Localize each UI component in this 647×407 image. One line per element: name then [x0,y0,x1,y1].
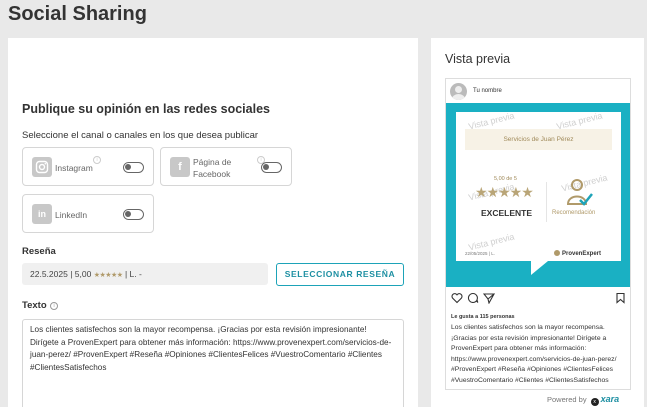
provenexpert-logo: ProvenExpert [554,250,601,257]
instagram-post-preview: Tu nombre Vista previa Vista previa Serv… [445,78,631,390]
rating-word: EXCELENTE [481,208,533,218]
bookmark-icon [616,292,625,304]
speech-bubble-tail [531,261,548,275]
preview-title: Vista previa [445,52,511,66]
share-form-card: Publique su opinión en las redes sociale… [8,38,418,407]
channel-facebook[interactable]: f Página de Facebook i [160,147,292,186]
page-title: Social Sharing [8,3,147,25]
likes-count: Le gusta a 115 personas [451,314,515,320]
review-label: Reseña [22,246,56,257]
instagram-toggle[interactable] [123,162,144,173]
info-icon: i [50,302,58,310]
preview-card: Vista previa Tu nombre Vista previa Vist… [431,38,644,407]
rating-stars: ★★★★★ [475,184,534,200]
linkedin-icon: in [32,204,52,224]
text-label: Texto [22,300,47,311]
facebook-toggle[interactable] [261,162,282,173]
selected-review: 22.5.2025 | 5,00 ★★★★★ | L. - [22,263,268,285]
post-image: Vista previa Vista previa Servicios de J… [446,103,630,287]
channel-instagram[interactable]: Instagram i [22,147,154,186]
channel-facebook-label: Página de Facebook [193,157,232,179]
heart-icon [451,293,463,304]
powered-by: Powered by x xara [547,394,620,406]
instagram-icon [32,157,52,177]
card-date: 22/05/2025 | L. [465,251,495,256]
facebook-icon: f [170,157,190,177]
share-icon [483,293,495,304]
channel-linkedin-label: LinkedIn [55,210,88,220]
comment-icon [467,292,479,303]
info-icon: i [93,156,101,164]
review-badge-card: Vista previa Vista previa Servicios de J… [456,110,621,261]
recommendation-icon [566,179,593,206]
channels-prompt: Seleccione el canal o canales en los que… [22,130,259,141]
recommendation-label: Recomendación [552,210,596,216]
review-stars: ★★★★★ [93,272,123,279]
post-username: Tu nombre [473,88,502,94]
select-review-button[interactable]: SELECCIONAR RESEÑA [276,263,404,286]
channel-linkedin[interactable]: in LinkedIn [22,194,154,233]
linkedin-toggle[interactable] [123,209,144,220]
share-text-input[interactable]: Los clientes satisfechos son la mayor re… [22,319,404,407]
divider [546,182,547,222]
watermark: Vista previa [467,231,516,253]
form-heading: Publique su opinión en las redes sociale… [22,102,270,116]
post-caption: Los clientes satisfechos son la mayor re… [451,324,617,384]
xara-logo-icon: x [590,398,599,406]
post-actions [451,292,626,304]
service-name: Servicios de Juan Pérez [465,129,612,150]
channel-instagram-label: Instagram [55,163,93,173]
avatar [450,83,467,100]
score-text: 5,00 de 5 [494,176,517,182]
